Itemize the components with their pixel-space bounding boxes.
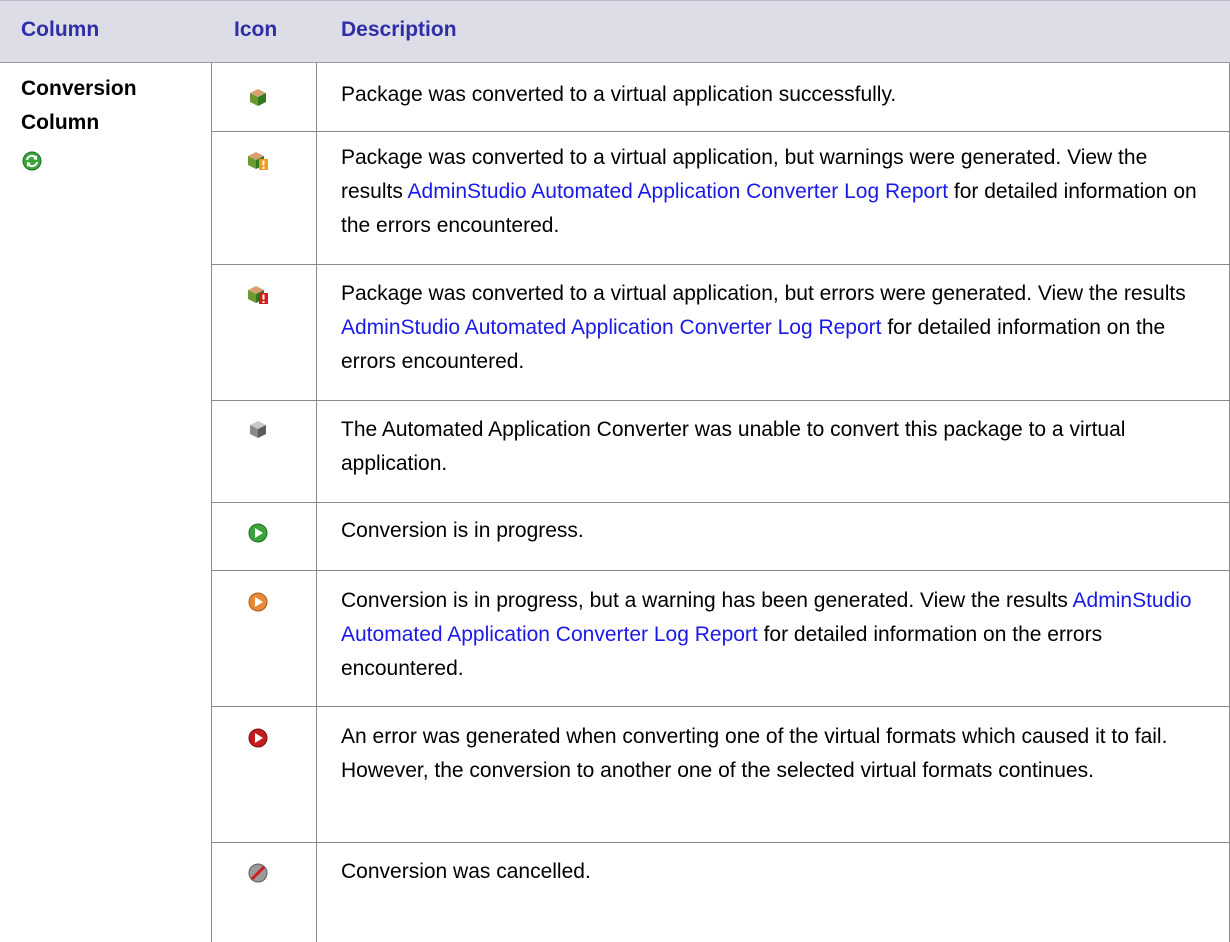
row-description: Conversion is in progress. [341,519,584,542]
play-orange-icon [248,592,268,612]
log-report-link[interactable]: AdminStudio Automated Application Conver… [341,316,882,339]
divider [211,502,1230,503]
header-description: Description [341,18,457,41]
play-red-icon [248,728,268,748]
header-column: Column [21,18,100,41]
refresh-icon [22,151,42,171]
play-green-icon [248,523,268,543]
package-success-icon [250,89,266,106]
row-description: The Automated Application Converter was … [341,418,1126,475]
row-description: Package was converted to a virtual appli… [341,146,1197,237]
log-report-link[interactable]: AdminStudio Automated Application Conver… [408,180,949,203]
table-header: Column Icon Description [0,0,1230,63]
row-description: Conversion is in progress, but a warning… [341,589,1192,680]
divider [211,842,1230,843]
divider [211,570,1230,571]
package-warning-icon [248,152,268,170]
divider [211,400,1230,401]
package-error-icon [248,286,268,304]
divider [211,131,1230,132]
section-title-line: Column [21,111,100,134]
divider [211,264,1230,265]
row-description: Package was converted to a virtual appli… [341,83,897,106]
header-icon: Icon [234,18,278,41]
cancelled-icon [248,863,268,883]
row-description: Conversion was cancelled. [341,860,591,883]
package-unable-icon [250,421,266,438]
section-title: Conversion Column [21,72,137,140]
row-description: An error was generated when converting o… [341,725,1168,782]
row-description: Package was converted to a virtual appli… [341,282,1186,373]
section-title-line: Conversion [21,77,137,100]
divider [211,706,1230,707]
